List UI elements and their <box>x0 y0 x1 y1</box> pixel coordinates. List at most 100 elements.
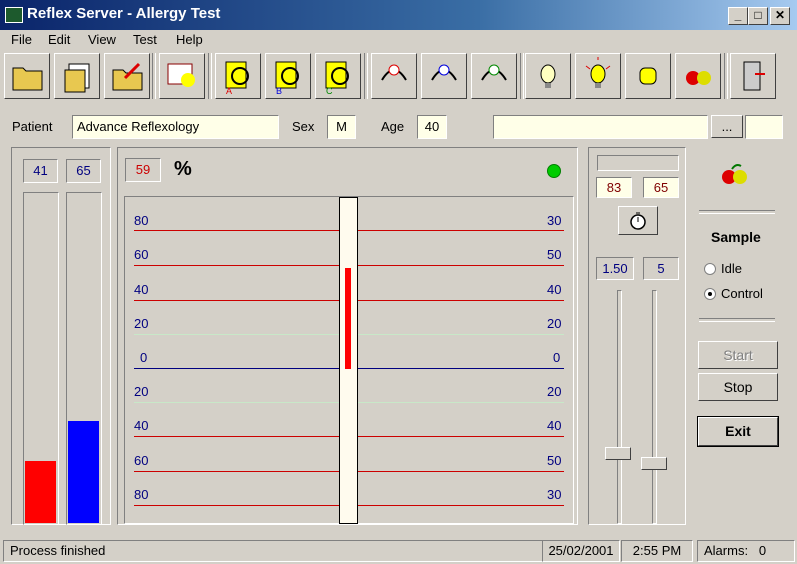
status-alarms: Alarms: 0 <box>697 540 795 562</box>
toolbar-separator <box>724 53 728 99</box>
report-a-button[interactable]: A <box>215 53 261 99</box>
right-scale-label: 50 <box>547 247 562 262</box>
schedule-button[interactable] <box>159 53 205 99</box>
value-c-field[interactable]: 1.50 <box>596 257 634 280</box>
stopwatch-icon <box>630 212 646 230</box>
svg-text:C: C <box>326 86 333 96</box>
right-scale-label: 30 <box>547 213 562 228</box>
left-scale-label: 0 <box>140 350 148 365</box>
stop-button[interactable]: Stop <box>698 373 778 401</box>
left-bar-value: 41 <box>23 159 58 183</box>
value-a-field[interactable]: 83 <box>596 177 632 198</box>
right-scale-label: 50 <box>547 453 562 468</box>
percent-value: 59 <box>125 158 161 182</box>
extra-field[interactable] <box>745 115 783 139</box>
start-button[interactable]: Start <box>698 341 778 369</box>
toolbar-separator <box>364 53 368 99</box>
progress-track <box>597 155 679 171</box>
svg-text:A: A <box>226 86 232 96</box>
minimize-button[interactable]: _ <box>728 7 748 25</box>
idle-label[interactable]: Idle <box>721 261 742 276</box>
fruit-icon <box>722 164 747 184</box>
folder-send-icon <box>112 62 143 91</box>
open-button[interactable] <box>4 53 50 99</box>
slider-thumb-right[interactable] <box>641 457 667 470</box>
menu-help[interactable]: Help <box>176 32 203 47</box>
right-scale-label: 40 <box>547 418 562 433</box>
fruit-logo <box>718 160 752 188</box>
probe-a-button[interactable] <box>371 53 417 99</box>
sample-title: Sample <box>711 229 761 245</box>
light-off-button[interactable] <box>525 53 571 99</box>
light-on-button[interactable] <box>575 53 621 99</box>
left-scale-label: 40 <box>134 282 149 297</box>
toolbar-separator <box>520 53 524 99</box>
fruit-icon <box>686 71 711 85</box>
menu-edit[interactable]: Edit <box>48 32 70 47</box>
slider-track-right <box>652 290 657 524</box>
left-level-bar <box>25 461 56 523</box>
timer-button[interactable] <box>618 206 658 235</box>
open-folder-icon <box>12 67 43 91</box>
svg-text:B: B <box>276 86 282 96</box>
documents-button[interactable] <box>54 53 100 99</box>
allergy-button[interactable] <box>675 53 721 99</box>
right-scale-label: 20 <box>547 316 562 331</box>
exit-toolbar-button[interactable] <box>730 53 776 99</box>
slider-thumb-left[interactable] <box>605 447 631 460</box>
headset-c-icon <box>481 64 507 81</box>
age-field[interactable]: 40 <box>417 115 447 139</box>
value-d-field[interactable]: 5 <box>643 257 679 280</box>
control-radio[interactable] <box>704 288 716 300</box>
report-b-button[interactable]: B <box>265 53 311 99</box>
probe-c-button[interactable] <box>471 53 517 99</box>
right-scale-label: 40 <box>547 282 562 297</box>
divider <box>699 210 775 214</box>
toolbar-separator <box>208 53 212 99</box>
idle-radio[interactable] <box>704 263 716 275</box>
control-panel <box>588 147 686 525</box>
app-icon <box>5 7 23 23</box>
left-scale-label: 80 <box>134 487 149 502</box>
menu-bar <box>0 30 797 50</box>
right-scale-label: 0 <box>553 350 561 365</box>
document-stack-icon <box>64 63 90 93</box>
magnifier-doc-c-icon: C <box>325 61 349 96</box>
control-label[interactable]: Control <box>721 286 763 301</box>
headset-b-icon <box>431 64 457 81</box>
slider-track-left <box>617 290 622 524</box>
maximize-button[interactable]: □ <box>748 7 768 25</box>
left-scale-label: 20 <box>134 384 149 399</box>
magnifier-doc-b-icon: B <box>275 61 299 96</box>
right-bar-value: 65 <box>66 159 101 183</box>
file-path-field[interactable] <box>493 115 708 139</box>
meter-level-bar <box>345 268 351 369</box>
age-label: Age <box>381 119 405 134</box>
probe-b-button[interactable] <box>421 53 467 99</box>
menu-view[interactable]: View <box>88 32 116 47</box>
patient-label: Patient <box>12 119 53 134</box>
status-indicator <box>547 164 561 178</box>
patient-name-field[interactable]: Advance Reflexology <box>72 115 279 139</box>
divider <box>699 318 775 322</box>
magnifier-doc-a-icon: A <box>225 61 249 96</box>
sex-field[interactable]: M <box>327 115 356 139</box>
sex-label: Sex <box>292 119 315 134</box>
status-time: 2:55 PM <box>621 540 693 562</box>
toolbar-separator <box>152 53 156 99</box>
report-c-button[interactable]: C <box>315 53 361 99</box>
stop-hand-button[interactable] <box>625 53 671 99</box>
value-b-field[interactable]: 65 <box>643 177 679 198</box>
headset-a-icon <box>381 64 407 81</box>
left-scale-label: 80 <box>134 213 149 228</box>
close-button[interactable]: ✕ <box>770 7 790 25</box>
calendar-bulb-icon <box>167 63 195 87</box>
exit-button[interactable]: Exit <box>697 416 779 447</box>
browse-button[interactable]: ... <box>711 115 743 138</box>
menu-test[interactable]: Test <box>133 32 157 47</box>
right-level-bar <box>68 421 99 523</box>
send-button[interactable] <box>104 53 150 99</box>
status-message: Process finished <box>3 540 543 562</box>
left-scale-label: 60 <box>134 453 149 468</box>
menu-file[interactable]: File <box>11 32 32 47</box>
